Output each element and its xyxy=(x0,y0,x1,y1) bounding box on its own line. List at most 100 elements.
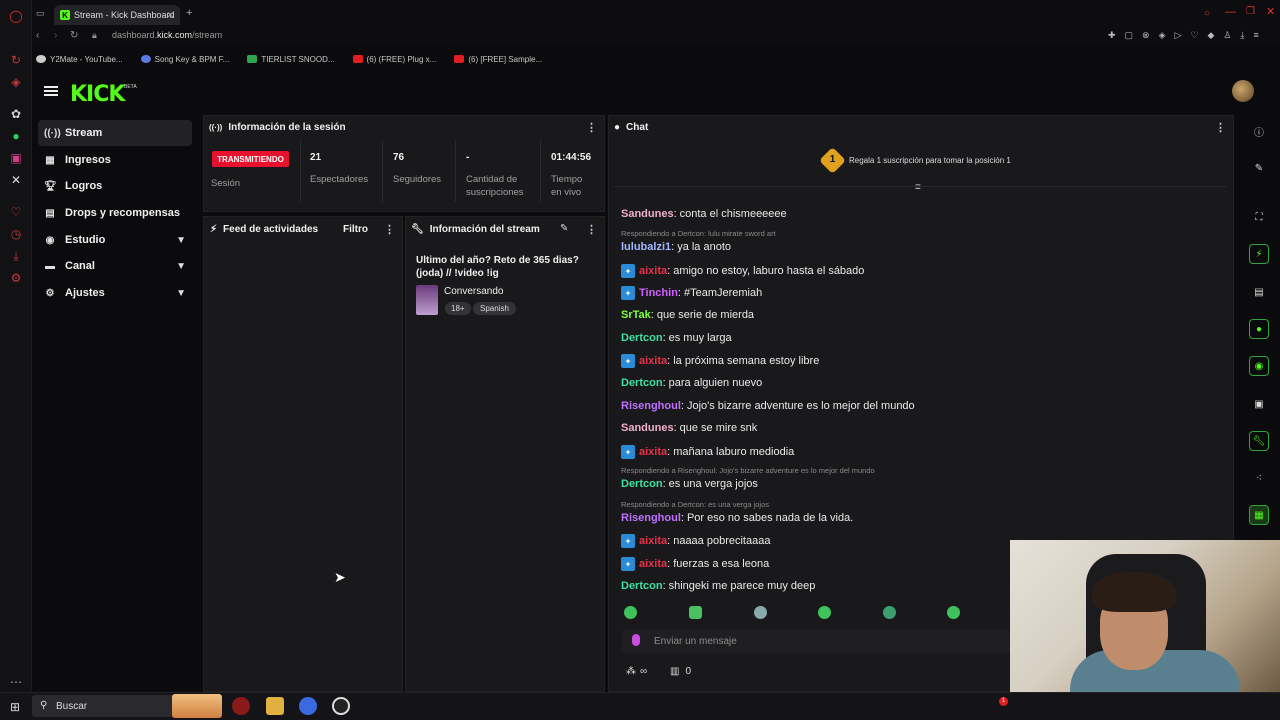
chat-username[interactable]: aixita xyxy=(639,355,667,367)
kick-logo[interactable]: KICK xyxy=(70,82,125,107)
chat-username[interactable]: Sandunes xyxy=(621,208,674,220)
emote-icon[interactable] xyxy=(689,606,702,619)
settings-icon[interactable]: ⚙ xyxy=(6,268,26,288)
pencil-icon[interactable]: ✎ xyxy=(1249,158,1269,178)
chat-message[interactable]: Risenghoul: Jojo's bizarre adventure es l… xyxy=(621,400,915,412)
new-tab-icon[interactable]: + xyxy=(186,7,192,19)
sidebar-item-estudio[interactable]: ◉ Estudio ▼ xyxy=(38,227,192,253)
opera-taskbar-icon[interactable] xyxy=(232,697,250,715)
layout-icon[interactable]: ▣ xyxy=(1249,394,1269,414)
opera-logo-icon[interactable]: ◯ xyxy=(6,6,26,26)
sidebar-item-logros[interactable]: 🏆︎ Logros xyxy=(38,173,192,199)
bookmark-item[interactable]: (6) (FREE) Plug x... xyxy=(352,55,436,64)
chat-message[interactable]: ✦ aixita: fuerzas a esa leona xyxy=(621,557,769,571)
info-icon[interactable]: ⓘ xyxy=(1249,121,1269,141)
forward-icon[interactable]: › xyxy=(54,30,57,41)
whatsapp-icon[interactable]: ● xyxy=(6,126,26,146)
download-icon[interactable]: ⤓ xyxy=(6,246,26,266)
filter-button[interactable]: Filtro xyxy=(343,224,368,235)
gift-leaderboard-text[interactable]: Regala 1 suscripción para tomar la posic… xyxy=(849,156,1011,165)
chat-input[interactable]: Enviar un mensaje xyxy=(622,629,1010,653)
emote-icon[interactable] xyxy=(754,606,767,619)
sidebar-item-stream[interactable]: ((·)) Stream xyxy=(38,120,192,146)
chat-message[interactable]: ✦ aixita: la próxima semana estoy libre xyxy=(621,354,819,368)
chat-menu-icon[interactable]: ⋮ xyxy=(1215,121,1226,134)
more-icon[interactable]: ⋯ xyxy=(6,672,26,692)
chat-message[interactable]: Dertcon: es muy larga xyxy=(621,332,732,344)
maximize-icon[interactable]: ❐ xyxy=(1246,6,1255,17)
clock-icon[interactable]: ◷ xyxy=(6,224,26,244)
emote-icon[interactable] xyxy=(947,606,960,619)
emote-icon[interactable] xyxy=(883,606,896,619)
reload-icon[interactable]: ↻ xyxy=(70,30,78,41)
chat-message[interactable]: lulubalzi1: ya la anoto xyxy=(621,241,731,253)
microphone-icon[interactable] xyxy=(632,634,640,646)
chat-username[interactable]: lulubalzi1 xyxy=(621,241,671,253)
url-field[interactable]: dashboard.kick.com/stream xyxy=(112,30,222,40)
tab-switcher-icon[interactable]: ▭ xyxy=(36,8,45,19)
bookmark-item[interactable]: (6) [FREE] Sample... xyxy=(454,55,542,64)
share-icon[interactable]: ⁖ xyxy=(1249,468,1269,488)
category-name[interactable]: Conversando xyxy=(444,286,503,297)
bag-icon[interactable]: ◈ xyxy=(6,72,26,92)
heart-icon[interactable]: ♡ xyxy=(6,202,26,222)
search-icon[interactable]: ○ xyxy=(1204,8,1210,19)
chat-message[interactable]: SrTak: que serie de mierda xyxy=(621,309,754,321)
sidebar-item-ajustes[interactable]: ⚙ Ajustes ▼ xyxy=(38,280,192,306)
chat-username[interactable]: aixita xyxy=(639,558,667,570)
sidebar-item-drops[interactable]: ▤ Drops y recompensas xyxy=(38,200,192,226)
chat-username[interactable]: Risenghoul xyxy=(621,400,681,412)
chat-message[interactable]: Dertcon: shingeki me parece muy deep xyxy=(621,580,815,592)
stream-info-menu-icon[interactable]: ⋮ xyxy=(586,223,597,236)
bookmark-item[interactable]: Y2Mate - YouTube... xyxy=(36,55,123,64)
chat-message[interactable]: ✦ aixita: mañana laburo mediodia xyxy=(621,445,794,459)
wrench-icon[interactable]: 🔧︎ xyxy=(1249,431,1269,451)
chat-message[interactable]: Dertcon: es una verga jojos xyxy=(621,478,758,490)
emote-icon[interactable] xyxy=(624,606,637,619)
chat-username[interactable]: Dertcon xyxy=(621,332,663,344)
tab-active[interactable]: K Stream - Kick Dashboard ✕ xyxy=(54,5,180,25)
chat-message[interactable]: ✦ aixita: naaaa pobrecitaaaa xyxy=(621,534,770,548)
chat-message[interactable]: Risenghoul: Por eso no sabes nada de la v… xyxy=(621,512,853,524)
chat-message[interactable]: Sandunes: que se mire snk xyxy=(621,422,757,434)
chat-username[interactable]: aixita xyxy=(639,446,667,458)
clapper-icon[interactable]: ▦ xyxy=(1249,505,1269,525)
chat-message[interactable]: ✦ Tinchin: #TeamJeremiah xyxy=(621,286,762,300)
x-icon[interactable]: ✕ xyxy=(6,170,26,190)
obs-icon[interactable] xyxy=(332,697,350,715)
back-icon[interactable]: ‹ xyxy=(36,30,39,41)
chat-username[interactable]: SrTak xyxy=(621,309,651,321)
chat-username[interactable]: aixita xyxy=(639,265,667,277)
emote-icon[interactable] xyxy=(818,606,831,619)
hamburger-menu-icon[interactable] xyxy=(44,86,58,96)
expand-icon[interactable]: ⛶ xyxy=(1249,207,1269,227)
chrome-icon[interactable] xyxy=(299,697,317,715)
close-tab-icon[interactable]: ✕ xyxy=(166,10,174,21)
feed-menu-icon[interactable]: ⋮ xyxy=(384,223,395,236)
sidebar-item-canal[interactable]: ▬ Canal ▼ xyxy=(38,253,192,279)
chatgpt-icon[interactable]: ✿ xyxy=(6,104,26,124)
extensions-icon[interactable]: ✚▢⊗◈▷♡◆♙⤓≡ xyxy=(1108,30,1268,41)
chat-message[interactable]: ✦ aixita: amigo no estoy, laburo hasta el … xyxy=(621,264,864,278)
close-window-icon[interactable]: ✕ xyxy=(1266,5,1275,18)
windows-start-icon[interactable]: ⊞ xyxy=(10,700,20,714)
sidebar-item-ingresos[interactable]: ▦ Ingresos xyxy=(38,147,192,173)
document-icon[interactable]: ▤ xyxy=(1249,282,1269,302)
instagram-icon[interactable]: ▣ xyxy=(6,148,26,168)
chat-username[interactable]: Dertcon xyxy=(621,478,663,490)
file-explorer-icon[interactable] xyxy=(266,697,284,715)
arrow-icon[interactable]: ↻ xyxy=(6,50,26,70)
chat-username[interactable]: Dertcon xyxy=(621,377,663,389)
bookmark-item[interactable]: TIERLIST SNOOD... xyxy=(247,55,335,64)
minimize-icon[interactable]: — xyxy=(1225,6,1236,18)
pinned-toggle-icon[interactable]: ≡ xyxy=(915,182,921,193)
chat-username[interactable]: Dertcon xyxy=(621,580,663,592)
edit-icon[interactable]: ✎ xyxy=(560,223,568,234)
bookmark-item[interactable]: Song Key & BPM F... xyxy=(140,55,229,64)
chat-username[interactable]: Tinchin xyxy=(639,287,678,299)
bolt-icon[interactable]: ⚡︎ xyxy=(1249,244,1269,264)
channel-points[interactable]: ⁂ ∞ xyxy=(626,666,647,677)
broadcast-icon[interactable]: ◉ xyxy=(1249,356,1269,376)
chat-username[interactable]: Risenghoul xyxy=(621,512,681,524)
chat-message[interactable]: Dertcon: para alguien nuevo xyxy=(621,377,762,389)
